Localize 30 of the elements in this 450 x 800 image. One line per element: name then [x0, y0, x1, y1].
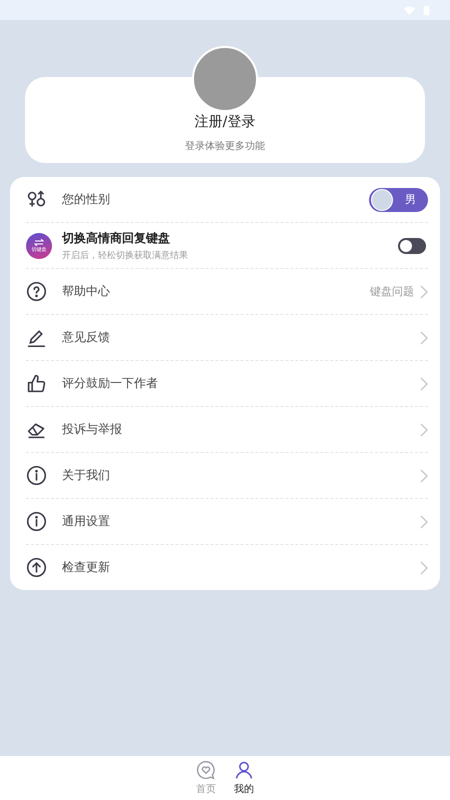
- login-subtitle: 登录体验更多功能: [185, 140, 265, 153]
- menu-label[interactable]: 投诉与举报: [62, 421, 420, 438]
- chevron-right-icon: [420, 560, 428, 574]
- menu-label[interactable]: 检查更新: [62, 559, 420, 576]
- tab-item[interactable]: 我的: [234, 760, 254, 800]
- thumbs-up-icon: [26, 373, 47, 394]
- info-icon: [26, 465, 47, 486]
- menu-label[interactable]: 意见反馈: [62, 329, 420, 346]
- gender-toggle[interactable]: 男: [369, 188, 428, 212]
- menu-label: 切换高情商回复键盘: [62, 230, 171, 246]
- login-title[interactable]: 注册/登录: [194, 113, 256, 131]
- avatar-circle: [371, 188, 393, 210]
- chevron-right-icon: [420, 468, 428, 482]
- chevron-right-icon: [420, 514, 428, 528]
- toggle-switch[interactable]: [398, 238, 426, 254]
- menu-label: 您的性别: [62, 191, 111, 208]
- chevron-right-icon: [420, 376, 428, 390]
- chevron-right-icon: [420, 422, 428, 436]
- person-icon: [234, 760, 254, 780]
- info-icon: [26, 511, 47, 532]
- help-icon: [26, 281, 47, 302]
- menu-label[interactable]: 通用设置: [62, 513, 420, 530]
- menu-value: 键盘问题: [370, 284, 414, 299]
- menu-description: 开启后，轻松切换获取满意结果: [62, 250, 189, 262]
- menu-label[interactable]: 帮助中心: [62, 283, 370, 300]
- chevron-right-icon: [420, 330, 428, 344]
- chevron-right-icon: [420, 284, 428, 298]
- heart-bubble-icon: [196, 760, 216, 780]
- menu-label[interactable]: 关于我们: [62, 467, 420, 484]
- menu-label[interactable]: 评分鼓励一下作者: [62, 375, 420, 392]
